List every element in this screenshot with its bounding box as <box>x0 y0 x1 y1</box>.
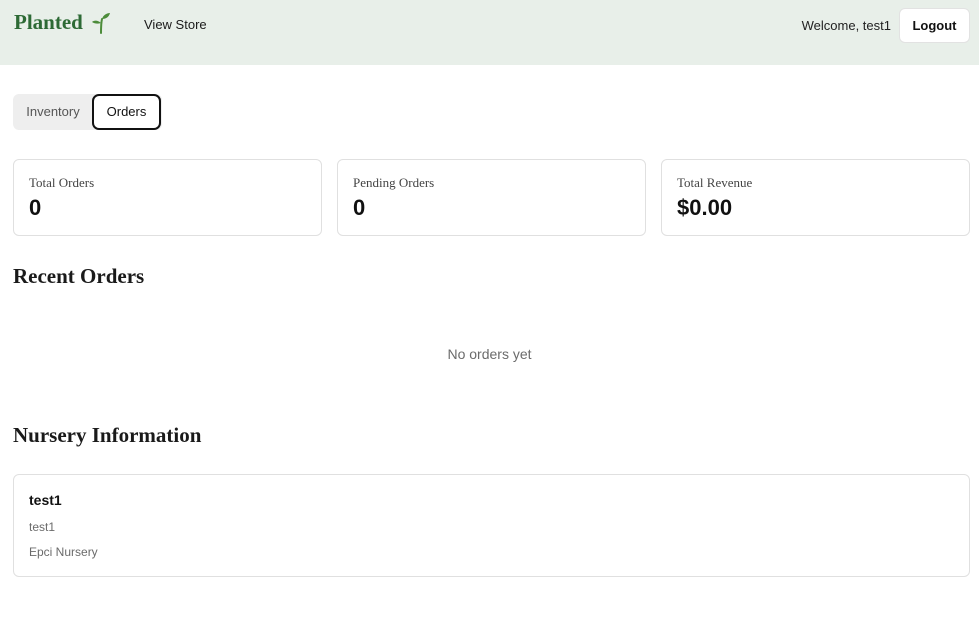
sprout-icon <box>89 11 113 35</box>
welcome-text: Welcome, test1 <box>801 18 891 33</box>
tab-orders[interactable]: Orders <box>92 94 161 130</box>
nursery-business-name: Epci Nursery <box>29 545 98 559</box>
recent-orders-heading: Recent Orders <box>13 264 145 288</box>
logout-button[interactable]: Logout <box>899 8 970 43</box>
empty-orders-message: No orders yet <box>447 346 532 362</box>
stat-label: Total Revenue <box>677 175 753 190</box>
nursery-info-card: test1 test1 Epci Nursery <box>13 474 970 577</box>
tab-inventory[interactable]: Inventory <box>13 94 93 130</box>
brand-name: Planted <box>14 10 83 34</box>
stat-value: 0 <box>353 195 366 220</box>
stat-card-pending-orders: Pending Orders 0 <box>337 159 646 236</box>
brand-logo[interactable]: Planted <box>14 10 113 35</box>
stat-value: 0 <box>29 195 42 220</box>
stat-label: Total Orders <box>29 175 95 190</box>
view-store-link[interactable]: View Store <box>144 17 207 32</box>
stat-value: $0.00 <box>677 195 733 220</box>
stat-card-total-revenue: Total Revenue $0.00 <box>661 159 970 236</box>
nursery-owner: test1 <box>29 520 56 534</box>
dashboard-tabs: Inventory Orders <box>13 94 162 130</box>
nursery-info-heading: Nursery Information <box>13 423 202 447</box>
stat-label: Pending Orders <box>353 175 435 190</box>
app-header: Planted View Store Welcome, test1 Logout <box>0 0 979 65</box>
nursery-name: test1 <box>29 492 62 508</box>
stat-card-total-orders: Total Orders 0 <box>13 159 322 236</box>
